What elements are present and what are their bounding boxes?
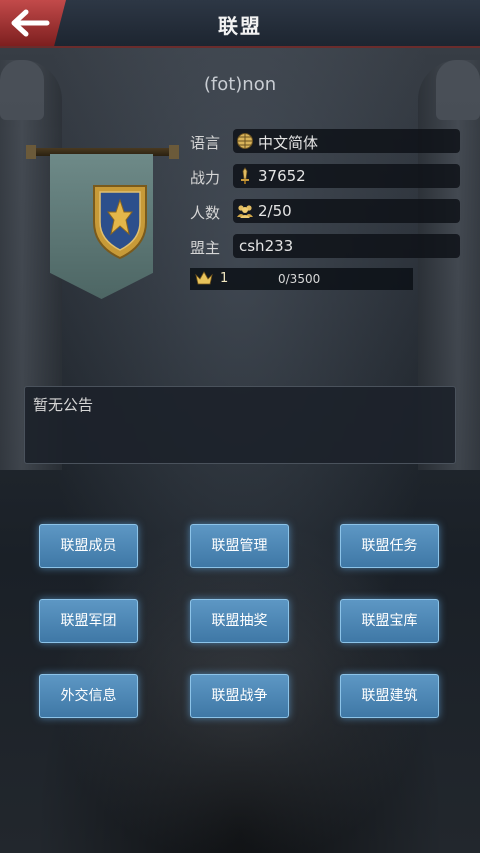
lottery-button[interactable]: 联盟抽奖 [190,599,289,643]
announcement-box: 暂无公告 [24,386,456,464]
leader-field: csh233 [233,234,460,258]
alliance-banner [26,140,179,300]
shield-emblem-icon [93,185,147,260]
header-bar: 联盟 [0,0,480,48]
power-value: 37652 [258,167,306,185]
power-label: 战力 [190,169,221,187]
people-icon [237,205,253,218]
leader-value: csh233 [239,237,294,255]
tasks-button[interactable]: 联盟任务 [340,524,439,568]
banner-cloth [50,154,153,299]
language-field: 中文简体 [233,129,460,153]
language-value: 中文简体 [258,134,319,152]
members-value: 2/50 [258,202,292,220]
sword-icon [241,167,249,184]
alliance-name: (fot)non [203,74,277,95]
members-button[interactable]: 联盟成员 [39,524,138,568]
buildings-button[interactable]: 联盟建筑 [340,674,439,718]
crown-icon [195,271,213,285]
power-field: 37652 [233,164,460,188]
treasury-button[interactable]: 联盟宝库 [340,599,439,643]
alliance-level: 1 [220,271,229,286]
language-label: 语言 [190,134,221,152]
members-field: 2/50 [233,199,460,223]
legion-button[interactable]: 联盟军团 [39,599,138,643]
announcement-text: 暂无公告 [33,396,94,414]
management-button[interactable]: 联盟管理 [190,524,289,568]
war-button[interactable]: 联盟战争 [190,674,289,718]
globe-icon [237,133,253,149]
members-label: 人数 [190,204,221,222]
page-title: 联盟 [218,14,262,38]
alliance-level-bar: 1 0/3500 [190,268,413,290]
alliance-experience: 0/3500 [278,272,321,286]
diplomacy-button[interactable]: 外交信息 [39,674,138,718]
leader-label: 盟主 [190,239,221,257]
